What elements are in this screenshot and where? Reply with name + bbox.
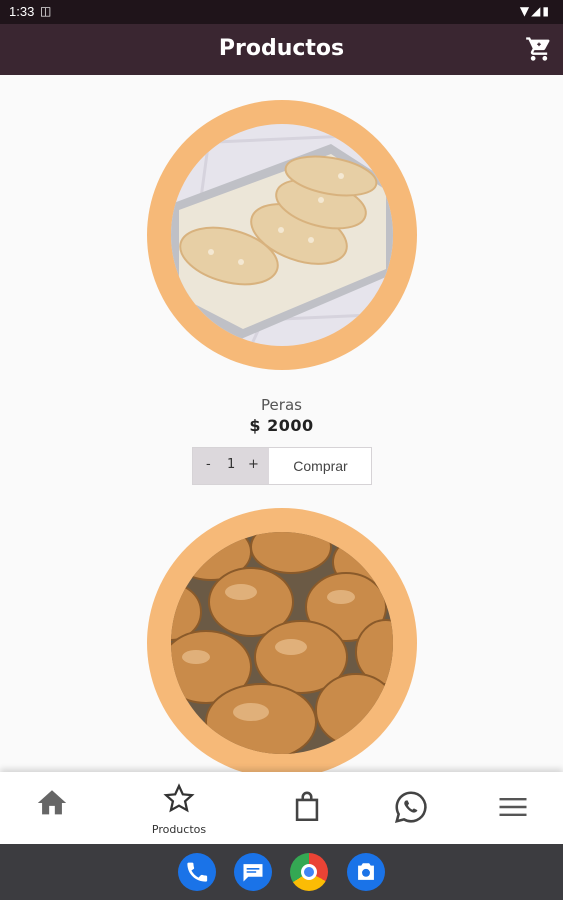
shopping-cart-icon: [526, 37, 550, 61]
system-status-icons: ▼◢▮: [520, 4, 551, 18]
shopping-bag-icon: [295, 791, 319, 822]
battery-icon: ▮: [542, 4, 551, 18]
product-image[interactable]: [171, 532, 393, 754]
messages-app-icon[interactable]: [234, 853, 272, 891]
product-list[interactable]: Peras $ 2000 - 1 + Comprar: [0, 75, 563, 772]
nav-home[interactable]: [7, 772, 97, 844]
product-image-frame: [147, 100, 417, 370]
bottom-navigation: Productos: [0, 772, 563, 844]
wifi-icon: ▼: [519, 4, 532, 18]
nav-menu[interactable]: [467, 772, 557, 844]
app-bar: Productos: [0, 24, 563, 75]
product-image-frame: [147, 508, 417, 772]
quantity-stepper: - 1 +: [193, 448, 269, 484]
product-image[interactable]: [171, 124, 393, 346]
nav-products-label: Productos: [151, 823, 207, 836]
quantity-value: 1: [227, 457, 236, 472]
whatsapp-icon: [394, 791, 427, 824]
security-icon: ◫: [40, 4, 52, 18]
chrome-app-icon[interactable]: [290, 853, 328, 891]
cart-button[interactable]: [525, 35, 553, 63]
product-price: $ 2000: [249, 416, 314, 435]
star-icon: [163, 783, 195, 813]
decrement-button[interactable]: -: [206, 457, 211, 472]
page-title: Productos: [218, 36, 345, 61]
nav-whatsapp[interactable]: [364, 772, 454, 844]
nav-products[interactable]: Productos: [134, 772, 224, 844]
purchase-controls: - 1 + Comprar: [192, 447, 372, 485]
signal-icon: ◢: [531, 4, 543, 18]
camera-app-icon[interactable]: [347, 853, 385, 891]
home-icon: [37, 790, 67, 815]
increment-button[interactable]: +: [248, 457, 259, 472]
nav-bag[interactable]: [262, 772, 352, 844]
status-bar: 1:33 ◫ ▼◢▮: [0, 0, 563, 24]
status-time: 1:33: [9, 4, 35, 19]
buy-button[interactable]: Comprar: [270, 448, 371, 484]
system-dock: [0, 844, 563, 900]
menu-icon: [499, 798, 527, 816]
product-name: Peras: [261, 396, 302, 414]
phone-app-icon[interactable]: [178, 853, 216, 891]
